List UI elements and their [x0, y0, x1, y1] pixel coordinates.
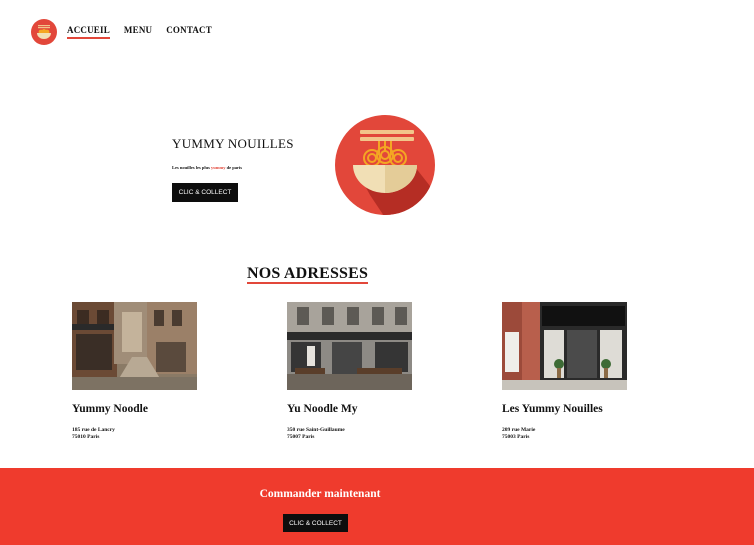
hero-title: YUMMY NOUILLES	[172, 136, 294, 151]
hero-subtitle: Les nouilles les plus yummy de paris	[172, 165, 242, 170]
restaurant-photo	[72, 302, 197, 390]
hero-subtitle-before: Les nouilles les plus	[172, 165, 212, 170]
card-street: 209 rue Marie	[502, 427, 536, 433]
hero-clic-collect-button[interactable]: CLIC & COLLECT	[172, 183, 238, 202]
nav-link-menu[interactable]: MENU	[124, 25, 152, 39]
address-card[interactable]: Yummy Noodle 185 rue de Lancry 75010 Par…	[72, 302, 197, 440]
nav-links: ACCUEIL MENU CONTACT	[67, 25, 212, 39]
card-city: 75007 Paris	[287, 433, 315, 440]
noodle-bowl-icon[interactable]	[31, 19, 57, 45]
nav-link-accueil[interactable]: ACCUEIL	[67, 25, 110, 39]
address-card[interactable]: Yu Noodle My 350 rue Saint-Guillaume 750…	[287, 302, 412, 440]
card-name: Les Yummy Nouilles	[502, 403, 603, 415]
card-name: Yummy Noodle	[72, 403, 148, 415]
footer-title: Commander maintenant	[259, 488, 381, 500]
nav-link-contact[interactable]: CONTACT	[166, 25, 212, 39]
card-address: 185 rue de Lancry 75010 Paris	[72, 427, 115, 440]
card-street: 350 rue Saint-Guillaume	[287, 427, 345, 433]
order-footer: Commander maintenant CLIC & COLLECT	[0, 468, 754, 545]
card-city: 75003 Paris	[502, 433, 530, 440]
card-address: 209 rue Marie 75003 Paris	[502, 427, 535, 440]
addresses-title: NOS ADRESSES	[247, 265, 369, 284]
card-address: 350 rue Saint-Guillaume 75007 Paris	[287, 427, 345, 440]
hero-subtitle-after: de paris	[225, 165, 243, 170]
card-street: 185 rue de Lancry	[72, 427, 115, 433]
restaurant-photo	[287, 302, 412, 390]
restaurant-photo	[502, 302, 627, 390]
hero-subtitle-accent: yummy	[211, 165, 226, 170]
card-name: Yu Noodle My	[287, 403, 358, 415]
top-nav: ACCUEIL MENU CONTACT	[31, 18, 212, 46]
footer-clic-collect-button[interactable]: CLIC & COLLECT	[283, 514, 348, 532]
address-card[interactable]: Les Yummy Nouilles 209 rue Marie 75003 P…	[502, 302, 627, 440]
card-city: 75010 Paris	[72, 433, 100, 440]
noodle-bowl-illustration	[335, 115, 435, 215]
